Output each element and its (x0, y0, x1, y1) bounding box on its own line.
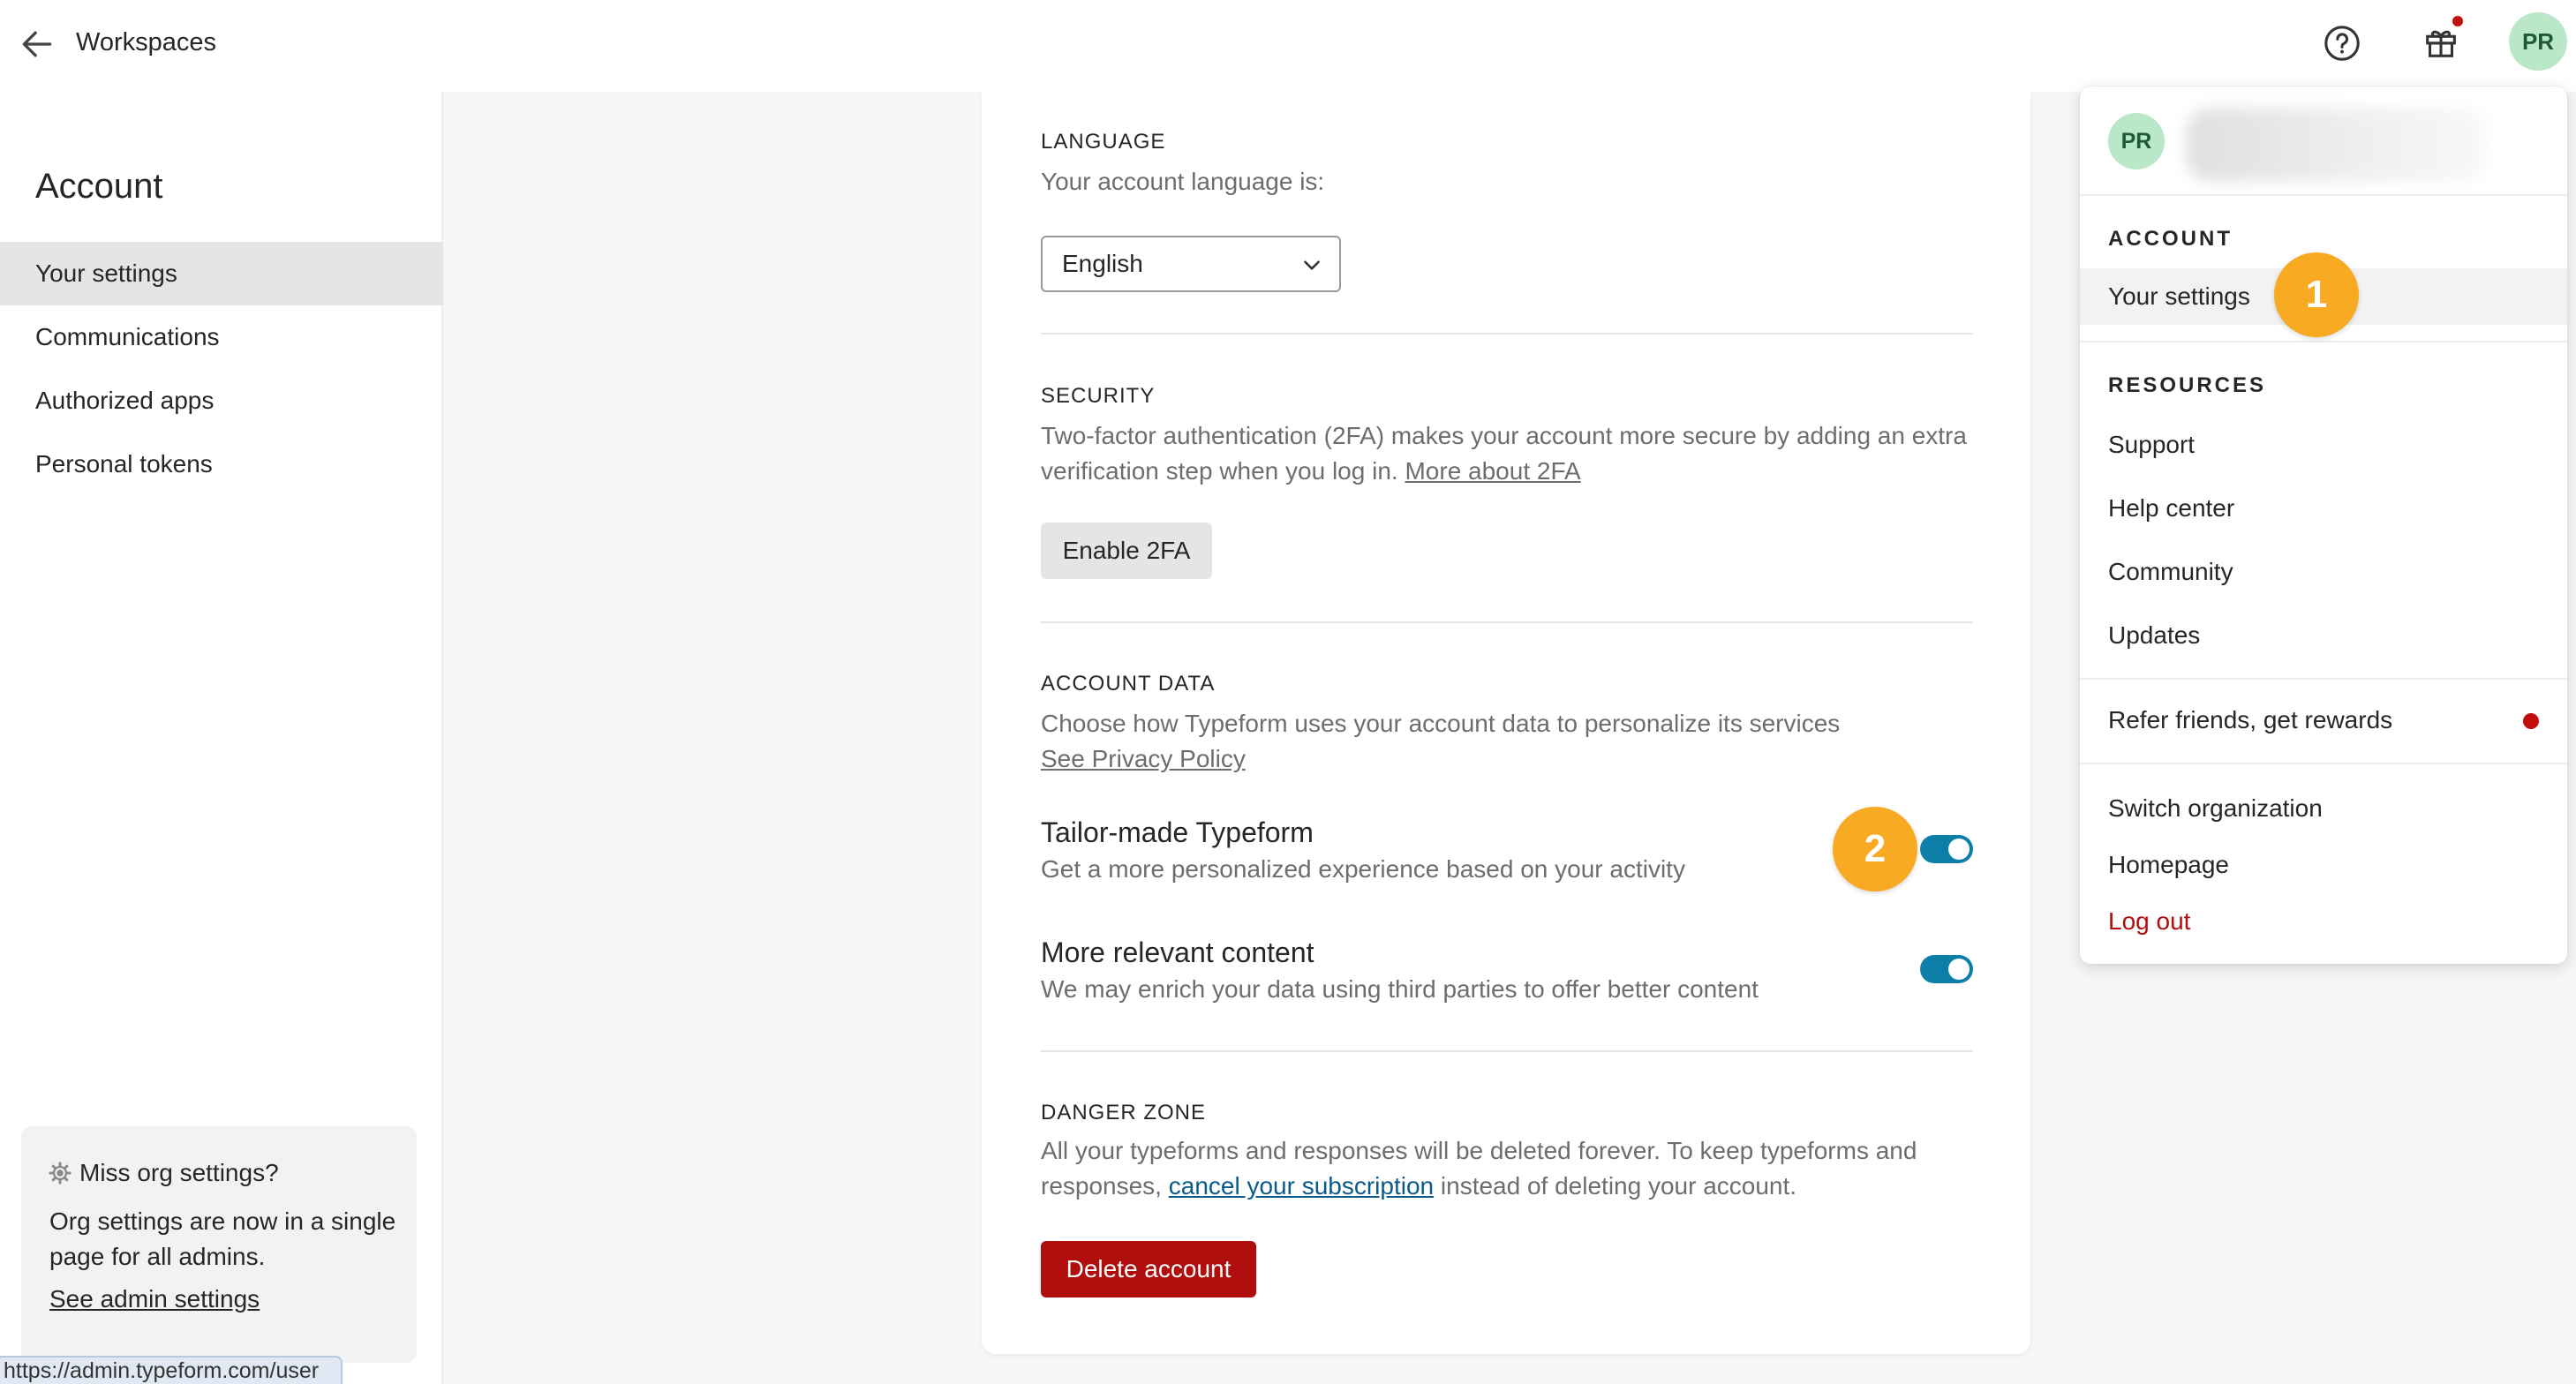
sidebar-item-personal-tokens[interactable]: Personal tokens (0, 432, 443, 496)
see-admin-settings-link[interactable]: See admin settings (49, 1282, 260, 1317)
toggle-knob (1948, 959, 1970, 980)
pref-desc-tailor-made: Get a more personalized experience based… (1041, 855, 1685, 883)
notification-dot (2523, 713, 2539, 729)
menu-item-log-out[interactable]: Log out (2080, 893, 2567, 950)
blurred-user-name (2186, 108, 2486, 182)
menu-divider (2080, 678, 2567, 680)
step-badge-2: 2 (1833, 807, 1917, 891)
step-badge-1: 1 (2274, 252, 2359, 337)
sidebar-title: Account (35, 167, 163, 206)
menu-item-refer-friends[interactable]: Refer friends, get rewards (2080, 692, 2567, 748)
sidebar-item-communications[interactable]: Communications (0, 305, 443, 369)
help-icon[interactable] (2322, 23, 2362, 64)
workspaces-link[interactable]: Workspaces (76, 25, 216, 60)
menu-item-support[interactable]: Support (2080, 417, 2567, 473)
account-data-text: Choose how Typeform uses your account da… (1041, 710, 1841, 737)
gear-icon (49, 1162, 72, 1185)
menu-heading-account: ACCOUNT (2108, 227, 2233, 251)
settings-sidebar: Account Your settings Communications Aut… (0, 92, 443, 1384)
menu-item-switch-organization[interactable]: Switch organization (2080, 780, 2567, 837)
language-text: Your account language is: (1041, 168, 1325, 195)
danger-text-after: instead of deleting your account. (1434, 1172, 1797, 1200)
pref-title-tailor-made: Tailor-made Typeform (1041, 816, 1314, 848)
menu-avatar: PR (2108, 113, 2165, 169)
language-select[interactable]: English (1041, 236, 1341, 292)
sidebar-item-authorized-apps[interactable]: Authorized apps (0, 369, 443, 432)
menu-divider (2080, 763, 2567, 764)
security-label: SECURITY (1041, 384, 1156, 408)
menu-item-community[interactable]: Community (2080, 544, 2567, 600)
arrow-left-icon[interactable] (18, 25, 56, 64)
section-divider (1041, 333, 1973, 335)
notification-dot (2452, 16, 2463, 26)
org-card-title: Miss org settings? (79, 1159, 279, 1186)
language-label: LANGUAGE (1041, 130, 1166, 154)
language-selected-value: English (1062, 250, 1143, 277)
danger-zone-label: DANGER ZONE (1041, 1101, 1207, 1124)
delete-account-button[interactable]: Delete account (1041, 1241, 1256, 1298)
section-divider (1041, 1050, 1973, 1052)
account-dropdown-menu: PR ACCOUNT Your settings RESOURCES Suppo… (2080, 86, 2567, 964)
privacy-policy-link[interactable]: See Privacy Policy (1041, 745, 1246, 772)
security-text: Two-factor authentication (2FA) makes yo… (1041, 418, 1977, 489)
section-divider (1041, 621, 1973, 623)
user-avatar-button[interactable]: PR (2509, 12, 2567, 71)
more-about-2fa-link[interactable]: More about 2FA (1405, 457, 1580, 485)
account-data-label: ACCOUNT DATA (1041, 672, 1216, 696)
toggle-relevant-content[interactable] (1920, 955, 1973, 983)
chevron-down-icon (1304, 260, 1320, 270)
enable-2fa-button[interactable]: Enable 2FA (1041, 523, 1212, 579)
sidebar-item-your-settings[interactable]: Your settings (0, 242, 443, 305)
privacy-policy-row: See Privacy Policy (1041, 741, 1977, 777)
pref-title-relevant-content: More relevant content (1041, 936, 1314, 968)
gift-icon[interactable] (2421, 21, 2461, 62)
toggle-knob (1948, 839, 1970, 860)
settings-panel: LANGUAGE Your account language is: Engli… (982, 92, 2030, 1354)
menu-divider (2080, 194, 2567, 196)
danger-zone-text: All your typeforms and responses will be… (1041, 1133, 1977, 1204)
menu-item-help-center[interactable]: Help center (2080, 480, 2567, 537)
top-bar: Workspaces PR (0, 0, 2576, 92)
menu-item-updates[interactable]: Updates (2080, 607, 2567, 664)
org-settings-card: Miss org settings? Org settings are now … (21, 1126, 417, 1363)
menu-divider (2080, 341, 2567, 342)
menu-heading-resources: RESOURCES (2108, 373, 2267, 397)
org-card-body: Org settings are now in a single page fo… (49, 1207, 396, 1270)
status-bar-url: https://admin.typeform.com/user (0, 1356, 343, 1384)
menu-item-homepage[interactable]: Homepage (2080, 837, 2567, 893)
cancel-subscription-link[interactable]: cancel your subscription (1169, 1172, 1434, 1200)
pref-desc-relevant-content: We may enrich your data using third part… (1041, 975, 1759, 1003)
toggle-tailor-made[interactable] (1920, 835, 1973, 863)
org-card-title-row: Miss org settings? (48, 1156, 279, 1190)
